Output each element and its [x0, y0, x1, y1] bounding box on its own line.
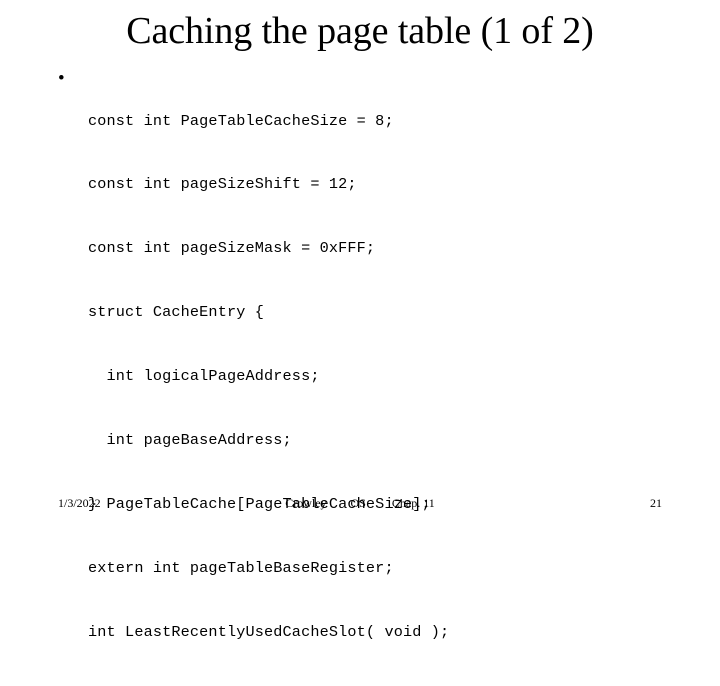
bullet-point-icon: • [58, 68, 65, 89]
code-line: extern int pageTableBaseRegister; [88, 558, 394, 577]
code-block: const int PageTableCacheSize = 8; const … [88, 68, 658, 686]
footer-date: 1/3/2022 [58, 496, 101, 510]
footer-page-number: 21 [650, 496, 662, 510]
footer-course: OS [350, 496, 366, 510]
code-line: int LeastRecentlyUsedCacheSlot( void ); [88, 622, 450, 641]
slide-canvas: Caching the page table (1 of 2) • const … [0, 0, 720, 641]
code-line: const int pageSizeMask = 0xFFF; [88, 239, 376, 258]
page-title: Caching the page table (1 of 2) [126, 10, 594, 52]
slide-body: • const int PageTableCacheSize = 8; cons… [58, 68, 658, 686]
code-line: const int pageSizeShift = 12; [88, 175, 357, 194]
slide-footer: 1/3/2022 Crowley OS Chap. 11 21 [0, 495, 720, 515]
footer-author: Crowley [285, 496, 327, 510]
code-line: int pageBaseAddress; [88, 431, 292, 450]
bullet-list-item: • const int PageTableCacheSize = 8; cons… [58, 68, 658, 686]
code-line: struct CacheEntry { [88, 303, 265, 322]
code-line: int logicalPageAddress; [88, 367, 320, 386]
code-line: const int PageTableCacheSize = 8; [88, 111, 394, 130]
footer-chapter: Chap. 11 [391, 496, 435, 510]
footer-center-group: Crowley OS Chap. 11 [180, 495, 540, 511]
